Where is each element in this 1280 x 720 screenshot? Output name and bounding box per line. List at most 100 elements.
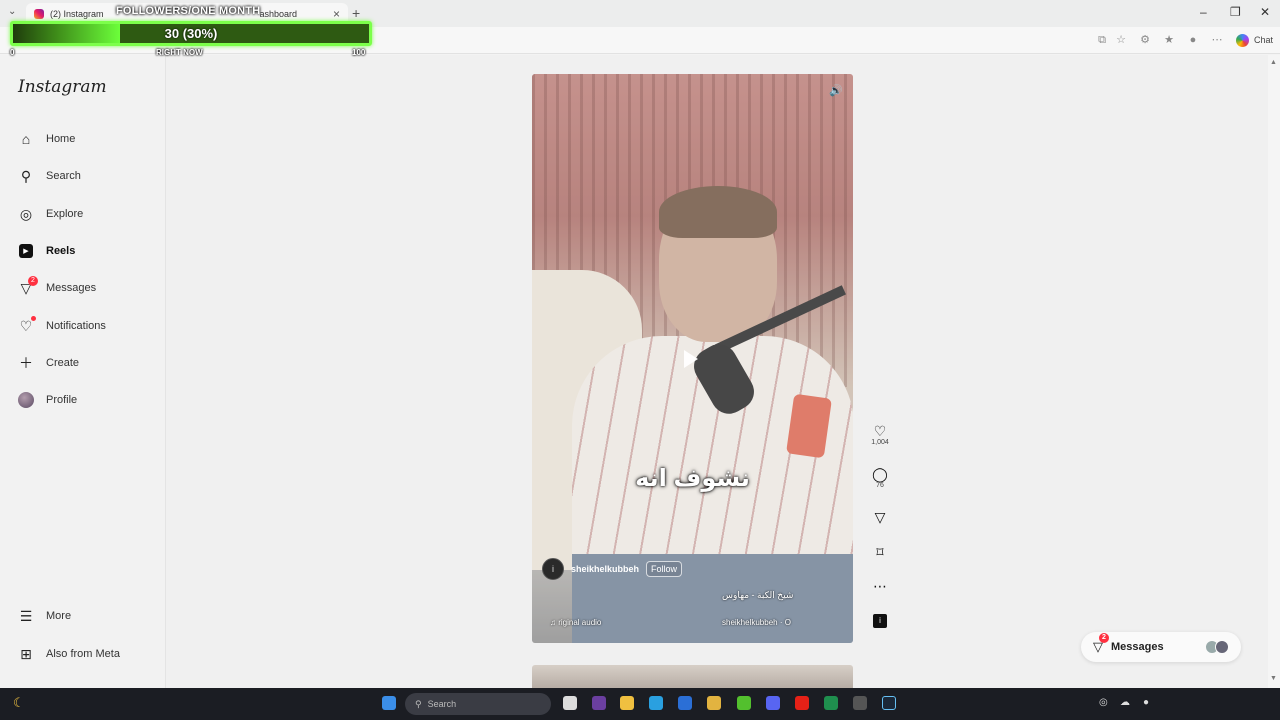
search-icon: ⚲: [415, 698, 422, 709]
audio-avatar-icon: i: [873, 614, 887, 628]
youtube-icon[interactable]: [795, 696, 809, 710]
ellipsis-icon: ⋯: [873, 578, 887, 594]
sidebar-item-explore[interactable]: ◎ Explore: [18, 203, 83, 225]
edge-icon[interactable]: [649, 696, 663, 710]
progress-now-label: RIGHT NOW: [156, 48, 203, 57]
followers-progress-bar: 30 (30%): [10, 21, 372, 46]
steam-icon[interactable]: [882, 696, 896, 710]
file-explorer-icon[interactable]: [620, 696, 634, 710]
window-close-icon[interactable]: ✕: [1260, 5, 1270, 19]
share-button[interactable]: ▽: [868, 509, 892, 525]
windows-start-icon[interactable]: [382, 696, 396, 710]
instagram-logo[interactable]: Instagram: [18, 77, 107, 97]
discord-icon[interactable]: [766, 696, 780, 710]
reel-video[interactable]: 🔊 نشوف انه i sheikhelkubbeh Follow شيخ ا…: [532, 74, 853, 643]
reel-description[interactable]: شيخ الكبة - مهاوس: [722, 590, 793, 601]
progress-text: 30 (30%): [164, 26, 218, 41]
send-icon: ▽: [874, 509, 886, 525]
sidebar-item-label: Messages: [46, 282, 97, 294]
avatar: [1215, 640, 1229, 654]
sidebar-item-messages[interactable]: ▽ 2 Messages: [18, 276, 97, 299]
sidebar-item-reels[interactable]: ▶ Reels: [18, 240, 75, 262]
avatar: [18, 392, 34, 408]
favorite-star-icon[interactable]: ☆: [1115, 34, 1127, 46]
sidebar-item-label: Notifications: [46, 320, 106, 332]
sidebar-item-label: Profile: [46, 394, 78, 406]
comment-count: 76: [876, 482, 884, 489]
tab-list-chevron-icon[interactable]: ⌄: [8, 6, 16, 17]
video-caption: نشوف انه: [635, 465, 750, 492]
restore-icon[interactable]: ❐: [1230, 5, 1241, 19]
copilot-icon[interactable]: [1236, 34, 1249, 47]
sidebar-item-create[interactable]: ＋ Create: [18, 352, 79, 374]
sidebar-item-label: Create: [46, 357, 80, 369]
favorites-icon[interactable]: ★: [1163, 34, 1175, 46]
new-tab-button[interactable]: +: [352, 5, 360, 21]
progress-max: 100: [352, 48, 366, 57]
scrollbar[interactable]: ▲ ▼: [1268, 55, 1280, 688]
music-note-icon: ♫: [550, 618, 559, 627]
tray-icon-2[interactable]: ☁: [1120, 697, 1130, 708]
comment-button[interactable]: ◯ 76: [868, 466, 892, 489]
weather-moon-icon[interactable]: ☾: [13, 695, 25, 711]
like-button[interactable]: ♡ 1,004: [868, 423, 892, 446]
sidebar-item-label: More: [46, 610, 72, 622]
recent-avatars: [1205, 640, 1229, 654]
kick-icon[interactable]: [737, 696, 751, 710]
extensions-icon[interactable]: ⚙: [1139, 34, 1151, 46]
profile-avatar-wrap: [18, 392, 34, 408]
obs-icon[interactable]: [853, 696, 867, 710]
follow-button[interactable]: Follow: [646, 561, 683, 577]
tray-icon[interactable]: ◎: [1099, 697, 1108, 708]
instagram-page: Instagram ⌂ Home ⚲ Search ◎ Explore ▶ Re…: [0, 55, 1268, 688]
profile-icon[interactable]: ●: [1187, 34, 1199, 46]
app-icon-2[interactable]: [824, 696, 838, 710]
author-avatar[interactable]: i: [542, 558, 564, 580]
taskbar-search-placeholder: Search: [427, 699, 457, 709]
sidebar-item-profile[interactable]: Profile: [18, 389, 77, 411]
minimize-icon[interactable]: –: [1200, 5, 1207, 19]
store-icon[interactable]: [678, 696, 692, 710]
instagram-favicon-icon: [34, 9, 44, 19]
next-reel-preview[interactable]: [532, 665, 853, 688]
sidebar-item-home[interactable]: ⌂ Home: [18, 128, 76, 150]
split-screen-icon[interactable]: ⧉: [1096, 34, 1108, 46]
play-icon[interactable]: [684, 350, 698, 368]
comment-icon: ◯: [872, 466, 888, 482]
more-menu-icon[interactable]: ⋯: [1211, 34, 1223, 46]
chat-button[interactable]: Chat: [1254, 35, 1273, 45]
plus-icon: ＋: [19, 355, 33, 371]
meta-apps-icon: ⊞: [20, 645, 32, 662]
notification-dot: [31, 316, 36, 321]
author-name[interactable]: sheikhelkubbeh: [571, 564, 639, 574]
taskbar-search[interactable]: ⚲ Search: [405, 693, 551, 715]
taskbar: [0, 688, 1280, 720]
messages-badge: 2: [28, 276, 38, 286]
messenger-icon: ▽ 2: [18, 276, 38, 296]
search-icon: ⚲: [20, 167, 32, 184]
more-options-button[interactable]: ⋯: [868, 578, 892, 594]
sidebar-item-label: Reels: [46, 245, 76, 257]
audio-thumbnail[interactable]: i: [868, 614, 892, 628]
reel-audio[interactable]: ♫ riginal audio: [550, 618, 601, 627]
sidebar-item-notifications[interactable]: ♡ Notifications: [18, 315, 106, 337]
volume-icon[interactable]: 🔊: [828, 84, 844, 98]
tab-title: (2) Instagram: [50, 9, 104, 19]
messages-pill[interactable]: ▽ 2 Messages: [1081, 632, 1241, 662]
scroll-up-icon[interactable]: ▲: [1270, 59, 1277, 66]
scroll-down-icon[interactable]: ▼: [1270, 675, 1277, 682]
save-button[interactable]: ⌑: [868, 544, 892, 560]
task-view-icon[interactable]: [563, 696, 577, 710]
reel-author: i sheikhelkubbeh Follow: [542, 558, 683, 580]
compass-icon: ◎: [19, 205, 33, 222]
chrome-icon[interactable]: [707, 696, 721, 710]
sidebar: Instagram ⌂ Home ⚲ Search ◎ Explore ▶ Re…: [0, 55, 166, 688]
reel-audio-credit[interactable]: sheikhelkubbeh · O: [722, 618, 791, 627]
tab-close-icon[interactable]: ×: [333, 7, 340, 21]
app-icon[interactable]: [592, 696, 606, 710]
sidebar-item-also-from-meta[interactable]: ⊞ Also from Meta: [18, 643, 120, 665]
sidebar-item-more[interactable]: ☰ More: [18, 605, 71, 627]
sidebar-item-search[interactable]: ⚲ Search: [18, 165, 81, 187]
mic-tray-icon[interactable]: ●: [1143, 697, 1149, 708]
heart-icon: ♡: [18, 316, 36, 334]
